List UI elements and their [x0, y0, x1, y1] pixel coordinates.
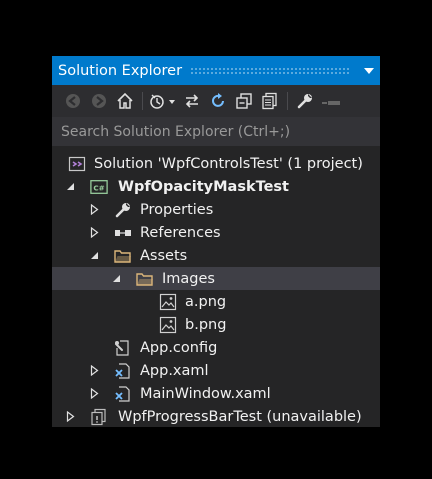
forward-icon[interactable]	[86, 89, 112, 113]
tree-item-label: App.config	[140, 339, 218, 356]
references-icon	[114, 224, 132, 242]
solution-icon	[68, 155, 86, 173]
tree-item-properties[interactable]: Properties	[52, 198, 380, 221]
tree-item-label: App.xaml	[140, 362, 209, 379]
properties-wrench-icon[interactable]	[292, 89, 318, 113]
panel-title: Solution Explorer	[58, 62, 183, 79]
tree-item-label: Properties	[140, 201, 214, 218]
solution-tree: Solution 'WpfControlsTest' (1 project) C…	[52, 152, 380, 428]
tree-item-label: a.png	[185, 293, 227, 310]
xaml-file-icon	[114, 362, 132, 380]
tree-item-images[interactable]: Images	[52, 267, 380, 290]
collapsed-arrow-icon[interactable]	[88, 388, 100, 400]
tree-item-mainwindow-xaml[interactable]: MainWindow.xaml	[52, 382, 380, 405]
tree-item-label: References	[140, 224, 221, 241]
tree-item-assets[interactable]: Assets	[52, 244, 380, 267]
refresh-icon[interactable]	[205, 89, 231, 113]
expanded-arrow-icon[interactable]	[88, 250, 100, 262]
wrench-icon	[114, 201, 132, 219]
home-icon[interactable]	[112, 89, 138, 113]
tree-item-label: Solution 'WpfControlsTest' (1 project)	[94, 155, 363, 172]
tree-item-app-xaml[interactable]: App.xaml	[52, 359, 380, 382]
tree-item-label: WpfOpacityMaskTest	[118, 178, 289, 195]
tree-item-solution[interactable]: Solution 'WpfControlsTest' (1 project)	[52, 152, 380, 175]
show-all-files-icon[interactable]	[257, 89, 283, 113]
toolbar	[52, 85, 380, 117]
tree-item-b-png[interactable]: b.png	[52, 313, 380, 336]
back-icon[interactable]	[60, 89, 86, 113]
panel-menu-dropdown-icon[interactable]	[358, 56, 380, 85]
preview-icon[interactable]	[318, 89, 344, 113]
folder-open-icon	[114, 247, 132, 265]
tree-item-label: Assets	[140, 247, 188, 264]
csharp-project-icon: C#	[90, 178, 108, 196]
solution-explorer-panel: Solution Explorer Search Solution Explor…	[52, 56, 380, 427]
config-file-icon	[114, 339, 132, 357]
xaml-file-icon	[114, 385, 132, 403]
collapsed-arrow-icon[interactable]	[88, 227, 100, 239]
tree-item-references[interactable]: References	[52, 221, 380, 244]
sync-icon[interactable]	[179, 89, 205, 113]
collapsed-arrow-icon[interactable]	[88, 204, 100, 216]
collapsed-arrow-icon[interactable]	[64, 411, 76, 423]
toolbar-separator	[287, 92, 288, 110]
collapsed-arrow-icon[interactable]	[88, 365, 100, 377]
tree-item-label: b.png	[185, 316, 227, 333]
title-grip	[190, 67, 350, 74]
panel-title-bar[interactable]: Solution Explorer	[52, 56, 380, 85]
search-input[interactable]	[59, 122, 380, 141]
collapse-all-icon[interactable]	[231, 89, 257, 113]
search-box[interactable]	[52, 117, 380, 146]
tree-item-label: MainWindow.xaml	[140, 385, 271, 402]
image-file-icon	[159, 293, 177, 311]
toolbar-separator	[142, 92, 143, 110]
folder-open-icon	[136, 270, 154, 288]
svg-text:C#: C#	[93, 183, 104, 192]
tree-item-label: WpfProgressBarTest (unavailable)	[118, 408, 362, 425]
unavailable-project-icon	[90, 408, 108, 426]
tree-item-app-config[interactable]: App.config	[52, 336, 380, 359]
expanded-arrow-icon[interactable]	[110, 273, 122, 285]
image-file-icon	[159, 316, 177, 334]
pending-changes-icon[interactable]	[147, 89, 179, 113]
tree-item-progressbar-project[interactable]: WpfProgressBarTest (unavailable)	[52, 405, 380, 428]
expanded-arrow-icon[interactable]	[64, 181, 76, 193]
tree-item-a-png[interactable]: a.png	[52, 290, 380, 313]
tree-item-project[interactable]: C# WpfOpacityMaskTest	[52, 175, 380, 198]
tree-item-label: Images	[162, 270, 215, 287]
